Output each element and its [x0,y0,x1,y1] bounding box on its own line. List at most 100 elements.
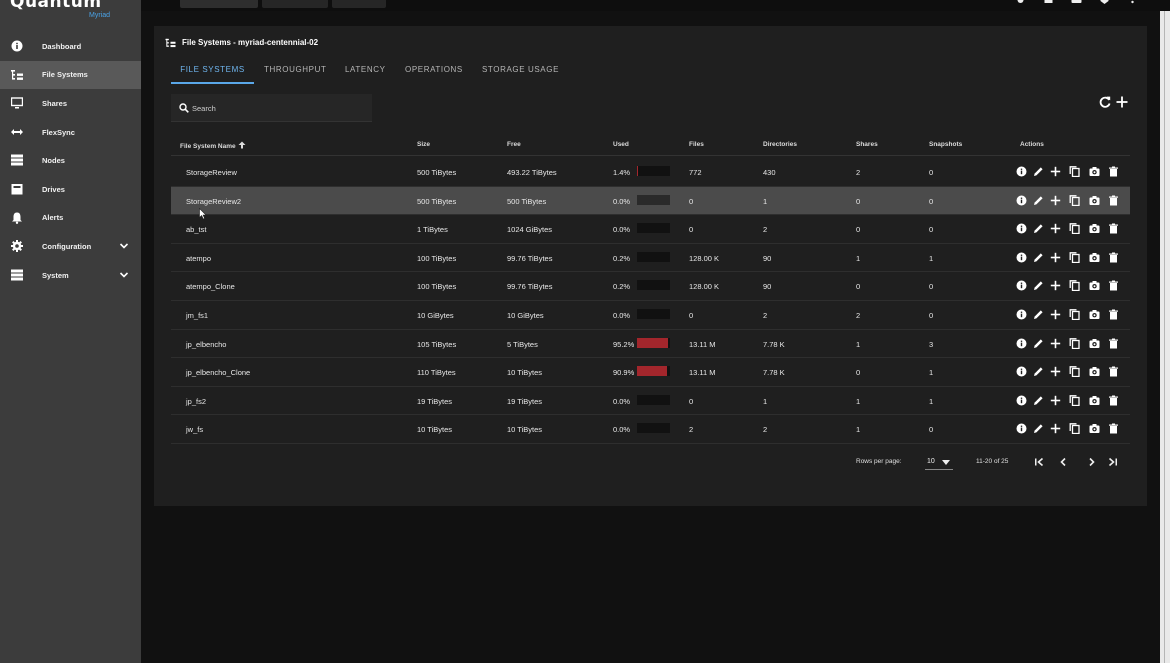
add-icon[interactable] [1050,338,1061,349]
add-icon[interactable] [1050,223,1061,234]
tab-throughput[interactable]: THROUGHPUT [264,60,326,84]
copy-icon[interactable] [1069,394,1080,406]
copy-icon[interactable] [1069,280,1080,292]
add-icon[interactable] [1050,395,1061,406]
snapshot-icon[interactable] [1089,166,1100,177]
column-header-snapshots[interactable]: Snapshots [929,141,962,148]
edit-icon[interactable] [1033,395,1044,406]
snapshot-icon[interactable] [1089,395,1100,406]
edit-icon[interactable] [1033,223,1044,234]
column-header-files[interactable]: Files [689,141,704,148]
add-icon[interactable] [1115,95,1129,109]
edit-icon[interactable] [1033,252,1044,263]
sidebar-item-drives[interactable]: Drives [0,175,141,204]
edit-icon[interactable] [1033,338,1044,349]
delete-icon[interactable] [1108,338,1119,349]
more-vertical-icon[interactable] [1127,0,1138,5]
edit-icon[interactable] [1033,423,1044,434]
edit-icon[interactable] [1033,280,1044,291]
previous-page-icon[interactable] [1057,456,1069,468]
snapshot-icon[interactable] [1089,366,1100,377]
message-icon[interactable] [1071,0,1082,5]
sidebar-item-dashboard[interactable]: Dashboard [0,32,141,61]
edit-icon[interactable] [1033,166,1044,177]
rows-per-page-select[interactable]: 10 [925,454,953,470]
info-icon[interactable] [1016,309,1027,320]
sidebar-item-system[interactable]: System [0,261,141,290]
top-tab-button[interactable] [332,0,386,8]
snapshot-icon[interactable] [1089,223,1100,234]
refresh-icon[interactable] [1098,95,1112,109]
delete-icon[interactable] [1108,166,1119,177]
copy-icon[interactable] [1069,166,1080,177]
sidebar-item-flexsync[interactable]: FlexSync [0,118,141,147]
snapshot-icon[interactable] [1089,338,1100,349]
delete-icon[interactable] [1108,195,1119,206]
info-icon[interactable] [1016,166,1027,177]
copy-icon[interactable] [1069,366,1080,378]
table-row[interactable]: atempo_Clone 100 TiBytes 99.76 TiBytes 0.2%… [171,272,1130,301]
add-icon[interactable] [1050,280,1061,291]
copy-icon[interactable] [1069,251,1080,263]
table-row[interactable]: StorageReview 500 TiBytes 493.22 TiBytes 1.… [171,158,1130,187]
snapshot-icon[interactable] [1089,280,1100,291]
delete-icon[interactable] [1108,366,1119,377]
edit-icon[interactable] [1033,309,1044,320]
info-icon[interactable] [1016,366,1027,377]
add-icon[interactable] [1050,166,1061,177]
snapshot-icon[interactable] [1089,252,1100,263]
info-icon[interactable] [1016,223,1027,234]
delete-icon[interactable] [1108,252,1119,263]
delete-icon[interactable] [1108,223,1119,234]
copy-icon[interactable] [1069,337,1080,349]
add-icon[interactable] [1050,366,1061,377]
tab-file-systems[interactable]: FILE SYSTEMS [171,60,254,84]
info-icon[interactable] [1016,195,1027,206]
last-page-icon[interactable] [1107,456,1119,468]
info-icon[interactable] [1016,395,1027,406]
table-row[interactable]: StorageReview2 500 TiBytes 500 TiBytes 0.0%… [171,186,1130,216]
add-icon[interactable] [1050,423,1061,434]
sidebar-item-configuration[interactable]: Configuration [0,232,141,261]
table-row[interactable]: jp_elbencho_Clone 110 TiBytes 10 TiBytes 90… [171,358,1130,387]
info-icon[interactable] [1016,338,1027,349]
snapshot-icon[interactable] [1089,195,1100,206]
copy-icon[interactable] [1069,423,1080,435]
next-page-icon[interactable] [1086,456,1098,468]
chevron-down-icon[interactable] [119,270,129,280]
search-input[interactable] [192,101,362,115]
sidebar-item-shares[interactable]: Shares [0,89,141,118]
column-header-directories[interactable]: Directories [763,141,797,148]
delete-icon[interactable] [1108,395,1119,406]
tab-latency[interactable]: LATENCY [345,60,386,84]
top-tab-button[interactable] [262,0,328,8]
edit-icon[interactable] [1033,195,1044,206]
table-row[interactable]: jp_fs2 19 TiBytes 19 TiBytes 0.0% 0 1 1 1 [171,387,1130,416]
add-icon[interactable] [1050,252,1061,263]
column-header-shares[interactable]: Shares [856,141,878,148]
tab-operations[interactable]: OPERATIONS [405,60,463,84]
add-icon[interactable] [1050,309,1061,320]
copy-icon[interactable] [1069,194,1080,206]
search-box[interactable] [171,94,372,122]
add-icon[interactable] [1050,195,1061,206]
chevron-down-icon[interactable] [119,241,129,251]
table-row[interactable]: jp_elbencho 105 TiBytes 5 TiBytes 95.2% 13.1… [171,330,1130,359]
column-header-name[interactable]: File System Name [180,141,246,150]
shield-icon[interactable] [1099,0,1110,5]
table-row[interactable]: atempo 100 TiBytes 99.76 TiBytes 0.2% 128.00… [171,244,1130,273]
edit-icon[interactable] [1033,366,1044,377]
arrow-up-icon[interactable] [238,141,246,149]
user-icon[interactable] [1015,0,1026,5]
table-row[interactable]: jm_fs1 10 GiBytes 10 GiBytes 0.0% 0 2 2 0 [171,301,1130,330]
table-row[interactable]: ab_tst 1 TiBytes 1024 GiBytes 0.0% 0 2 0 0 [171,215,1130,244]
delete-icon[interactable] [1108,280,1119,291]
snapshot-icon[interactable] [1089,423,1100,434]
copy-icon[interactable] [1069,309,1080,320]
delete-icon[interactable] [1108,423,1119,434]
column-header-free[interactable]: Free [507,141,521,148]
sidebar-item-nodes[interactable]: Nodes [0,146,141,175]
info-icon[interactable] [1016,252,1027,263]
column-header-size[interactable]: Size [417,141,430,148]
table-row[interactable]: jw_fs 10 TiBytes 10 TiBytes 0.0% 2 2 1 0 [171,415,1130,444]
